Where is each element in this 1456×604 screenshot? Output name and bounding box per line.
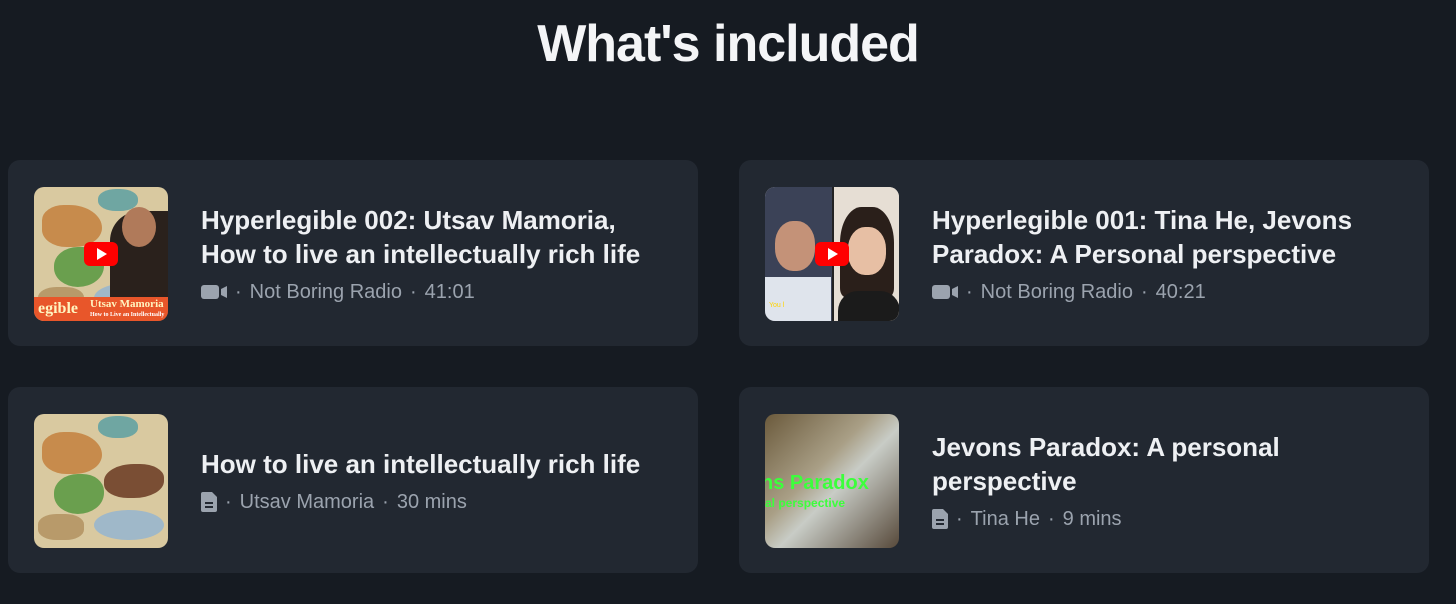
banner-text: egible bbox=[38, 300, 78, 317]
section-heading: What's included bbox=[537, 15, 920, 73]
youtube-play-icon[interactable] bbox=[815, 242, 849, 266]
author: Not Boring Radio bbox=[980, 280, 1133, 303]
duration: 40:21 bbox=[1155, 280, 1206, 303]
card-meta: · Tina He · 9 mins bbox=[932, 508, 1399, 531]
video-icon bbox=[201, 284, 227, 300]
author: Utsav Mamoria bbox=[239, 490, 375, 513]
separator: · bbox=[409, 280, 417, 303]
content-card[interactable]: You l Hyperlegible 001: Tina He, Jevons … bbox=[739, 160, 1429, 346]
content-card[interactable]: ns Paradox al perspective Jevons Paradox… bbox=[739, 387, 1429, 573]
content-card[interactable]: egible Utsav Mamoria How to Live an Inte… bbox=[8, 160, 698, 346]
map-thumbnail-image bbox=[34, 414, 168, 548]
content-card[interactable]: How to live an intellectually rich life … bbox=[8, 387, 698, 573]
map-thumbnail-image: egible Utsav Mamoria How to Live an Inte… bbox=[34, 187, 168, 321]
thumbnail[interactable]: egible Utsav Mamoria How to Live an Inte… bbox=[34, 187, 168, 321]
banner-name: Utsav Mamoria bbox=[90, 298, 164, 310]
card-meta: · Utsav Mamoria · 30 mins bbox=[201, 491, 668, 514]
card-title[interactable]: Hyperlegible 001: Tina He, Jevons Parado… bbox=[932, 203, 1399, 271]
card-title[interactable]: Hyperlegible 002: Utsav Mamoria, How to … bbox=[201, 203, 668, 271]
card-title[interactable]: Jevons Paradox: A personal perspective bbox=[932, 430, 1399, 498]
document-icon bbox=[201, 492, 217, 512]
card-meta: · Not Boring Radio · 41:01 bbox=[201, 281, 668, 304]
thumbnail[interactable]: You l bbox=[765, 187, 899, 321]
thumbnail[interactable]: ns Paradox al perspective bbox=[765, 414, 899, 548]
thumbnail-text: ns Paradox bbox=[765, 472, 869, 494]
author: Tina He bbox=[970, 507, 1040, 530]
card-meta: · Not Boring Radio · 40:21 bbox=[932, 281, 1399, 304]
separator: · bbox=[956, 507, 963, 530]
document-icon bbox=[932, 509, 948, 529]
thumbnail-subtext: al perspective bbox=[765, 496, 846, 510]
separator: · bbox=[235, 280, 242, 303]
video-call-thumbnail-image: You l bbox=[765, 187, 899, 321]
article-thumbnail-image: ns Paradox al perspective bbox=[765, 414, 899, 548]
author: Not Boring Radio bbox=[249, 280, 402, 303]
separator: · bbox=[225, 490, 232, 513]
separator: · bbox=[382, 490, 389, 513]
duration: 9 mins bbox=[1062, 507, 1122, 530]
video-icon bbox=[932, 284, 958, 300]
youtube-play-icon[interactable] bbox=[84, 242, 118, 266]
separator: · bbox=[1140, 280, 1148, 303]
duration: 41:01 bbox=[424, 280, 475, 303]
thumbnail-caption: You l bbox=[769, 302, 785, 309]
separator: · bbox=[1047, 507, 1055, 530]
thumbnail-banner: egible Utsav Mamoria How to Live an Inte… bbox=[34, 297, 168, 321]
banner-subtitle: How to Live an Intellectually Rich bbox=[90, 312, 165, 318]
page: What's included egible Utsav Mamoria How… bbox=[0, 0, 1456, 604]
separator: · bbox=[966, 280, 973, 303]
card-title[interactable]: How to live an intellectually rich life bbox=[201, 447, 668, 481]
thumbnail[interactable] bbox=[34, 414, 168, 548]
duration: 30 mins bbox=[396, 490, 467, 513]
